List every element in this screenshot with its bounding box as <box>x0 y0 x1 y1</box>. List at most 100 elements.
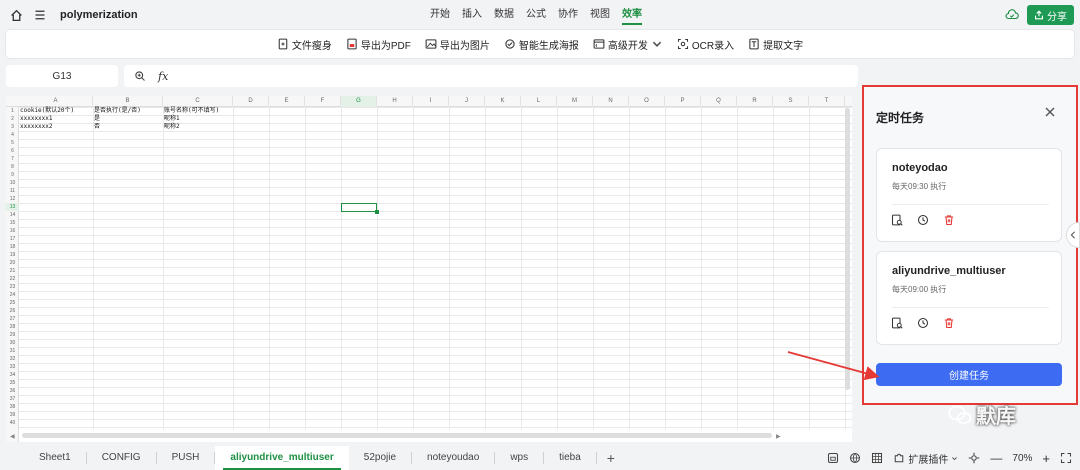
row-header[interactable]: 2 <box>6 115 19 123</box>
cell-c3[interactable]: 昵称2 <box>164 123 180 131</box>
grid-view-icon[interactable] <box>871 452 883 464</box>
menu-collaborate[interactable]: 协作 <box>552 0 584 30</box>
zoom-out-icon[interactable]: — <box>990 451 1002 465</box>
menu-efficiency[interactable]: 效率 <box>616 0 648 30</box>
row-header[interactable]: 23 <box>6 283 19 291</box>
row-header[interactable]: 28 <box>6 323 19 331</box>
cell-grid[interactable] <box>19 107 852 430</box>
column-header[interactable]: K <box>485 96 521 107</box>
column-header[interactable]: J <box>449 96 485 107</box>
cell-c2[interactable]: 昵称1 <box>164 115 180 123</box>
cloud-sync-icon[interactable] <box>1003 6 1021 24</box>
column-header[interactable]: D <box>233 96 269 107</box>
menu-start[interactable]: 开始 <box>424 0 456 30</box>
column-header[interactable]: Q <box>701 96 737 107</box>
close-icon[interactable] <box>1044 105 1058 119</box>
trash-icon[interactable] <box>943 214 955 226</box>
cell-name-box[interactable]: G13 <box>6 65 118 87</box>
row-header[interactable]: 16 <box>6 227 19 235</box>
row-header[interactable]: 13 <box>6 203 19 211</box>
row-header[interactable]: 37 <box>6 395 19 403</box>
row-header[interactable]: 36 <box>6 387 19 395</box>
row-header[interactable]: 11 <box>6 187 19 195</box>
row-header[interactable]: 40 <box>6 419 19 427</box>
ocr-input-button[interactable]: OCR录入 <box>677 37 734 52</box>
column-header[interactable]: N <box>593 96 629 107</box>
row-header[interactable]: 26 <box>6 307 19 315</box>
row-header[interactable]: 8 <box>6 163 19 171</box>
pan-icon[interactable] <box>968 452 980 464</box>
menu-formula[interactable]: 公式 <box>520 0 552 30</box>
add-sheet-icon[interactable]: + <box>597 450 625 466</box>
hamburger-menu-icon[interactable] <box>32 7 48 23</box>
horizontal-scrollbar[interactable] <box>22 433 772 438</box>
menu-insert[interactable]: 插入 <box>456 0 488 30</box>
row-header[interactable]: 29 <box>6 331 19 339</box>
row-header[interactable]: 5 <box>6 139 19 147</box>
zoom-in-icon[interactable]: + <box>1042 451 1050 466</box>
extract-text-button[interactable]: 提取文字 <box>748 37 803 52</box>
globe-icon[interactable] <box>849 452 861 464</box>
scroll-right-icon[interactable]: ▶ <box>776 433 781 440</box>
row-header[interactable]: 27 <box>6 315 19 323</box>
row-header[interactable]: 6 <box>6 147 19 155</box>
column-header[interactable]: S <box>773 96 809 107</box>
cell-b2[interactable]: 是 <box>94 115 100 123</box>
column-header[interactable]: I <box>413 96 449 107</box>
export-image-button[interactable]: 导出为图片 <box>425 37 490 52</box>
row-header[interactable]: 32 <box>6 355 19 363</box>
smart-poster-button[interactable]: 智能生成海报 <box>504 37 579 52</box>
tab-push[interactable]: PUSH <box>157 446 215 470</box>
extensions-button[interactable]: 扩展插件 <box>893 451 958 466</box>
scroll-left-icon[interactable]: ◀ <box>10 433 15 440</box>
tab-sheet1[interactable]: Sheet1 <box>24 446 86 470</box>
row-header[interactable]: 10 <box>6 179 19 187</box>
zoom-search-icon[interactable] <box>134 70 146 82</box>
task-card[interactable]: aliyundrive_multiuser 每天09:00 执行 <box>876 251 1062 345</box>
row-header[interactable]: 15 <box>6 219 19 227</box>
row-header[interactable]: 20 <box>6 259 19 267</box>
menu-data[interactable]: 数据 <box>488 0 520 30</box>
cell-b1[interactable]: 是否执行(是/否) <box>94 107 141 115</box>
column-header[interactable]: O <box>629 96 665 107</box>
trash-icon[interactable] <box>943 317 955 329</box>
row-header[interactable]: 35 <box>6 379 19 387</box>
row-header[interactable]: 19 <box>6 251 19 259</box>
advanced-dev-button[interactable]: 高级开发 <box>593 37 663 52</box>
clock-icon[interactable] <box>917 317 929 329</box>
row-header[interactable]: 38 <box>6 403 19 411</box>
column-header[interactable]: R <box>737 96 773 107</box>
cell-c1[interactable]: 账号名称(可不填写) <box>164 107 219 115</box>
row-header[interactable]: 21 <box>6 267 19 275</box>
menu-view[interactable]: 视图 <box>584 0 616 30</box>
clock-icon[interactable] <box>917 214 929 226</box>
selected-cell-outline[interactable] <box>341 203 379 214</box>
row-header[interactable]: 25 <box>6 299 19 307</box>
column-header[interactable]: C <box>163 96 233 107</box>
export-pdf-button[interactable]: 导出为PDF <box>346 37 411 52</box>
column-header[interactable]: T <box>809 96 845 107</box>
cell-a2[interactable]: xxxxxxxx1 <box>20 115 53 123</box>
column-header[interactable]: M <box>557 96 593 107</box>
tab-wps[interactable]: wps <box>495 446 543 470</box>
row-header[interactable]: 18 <box>6 243 19 251</box>
row-header[interactable]: 33 <box>6 363 19 371</box>
home-icon[interactable] <box>8 7 24 23</box>
tab-config[interactable]: CONFIG <box>87 446 156 470</box>
fx-icon[interactable]: fx <box>158 70 168 83</box>
row-header[interactable]: 14 <box>6 211 19 219</box>
row-header[interactable]: 7 <box>6 155 19 163</box>
screenshot-icon[interactable] <box>827 452 839 464</box>
row-header[interactable]: 30 <box>6 339 19 347</box>
zoom-level[interactable]: 70% <box>1012 453 1032 464</box>
cell-b3[interactable]: 否 <box>94 123 100 131</box>
column-header[interactable]: P <box>665 96 701 107</box>
formula-input-area[interactable]: fx <box>124 65 858 87</box>
row-header[interactable]: 34 <box>6 371 19 379</box>
row-header[interactable]: 4 <box>6 131 19 139</box>
row-header[interactable]: 31 <box>6 347 19 355</box>
tab-52pojie[interactable]: 52pojie <box>349 446 411 470</box>
column-header[interactable]: G <box>341 96 377 107</box>
column-header[interactable]: F <box>305 96 341 107</box>
row-header[interactable]: 17 <box>6 235 19 243</box>
